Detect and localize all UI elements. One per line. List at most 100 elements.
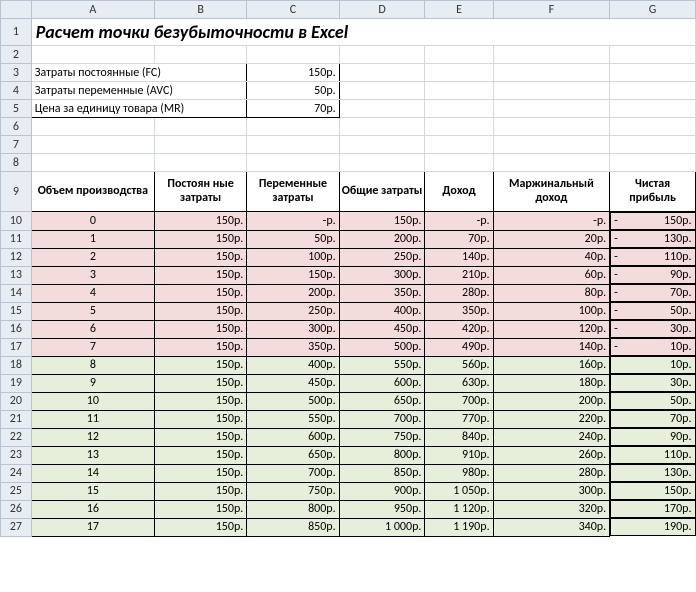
row-header[interactable]: 14 — [1, 284, 32, 302]
row-header[interactable]: 25 — [1, 482, 32, 500]
row-header[interactable]: 26 — [1, 500, 32, 518]
cell-tc[interactable]: 950р. — [339, 500, 425, 518]
cell[interactable] — [610, 154, 696, 172]
cell-np[interactable]: -110р. — [610, 248, 695, 266]
input-label[interactable]: Цена за единицу товара (MR) — [31, 100, 247, 118]
cell-fc[interactable]: 150р. — [154, 428, 246, 446]
cell-rev[interactable]: 490р. — [425, 338, 493, 356]
cell-np[interactable]: 10р. — [610, 356, 695, 374]
column-header[interactable]: F — [493, 1, 610, 19]
row-header[interactable]: 23 — [1, 446, 32, 464]
cell[interactable] — [247, 46, 339, 64]
cell-fc[interactable]: 150р. — [154, 230, 246, 248]
corner-cell[interactable] — [1, 1, 32, 19]
cell-fc[interactable]: 150р. — [154, 392, 246, 410]
cell-vc[interactable]: 650р. — [247, 446, 339, 464]
cell-fc[interactable]: 150р. — [154, 212, 246, 231]
cell-vc[interactable]: 250р. — [247, 302, 339, 320]
cell-fc[interactable]: 150р. — [154, 356, 246, 374]
cell-tc[interactable]: 900р. — [339, 482, 425, 500]
cell[interactable] — [493, 118, 610, 136]
cell-vc[interactable]: 800р. — [247, 500, 339, 518]
cell-volume[interactable]: 6 — [31, 320, 154, 338]
cell[interactable] — [154, 154, 246, 172]
cell-tc[interactable]: 300р. — [339, 266, 425, 284]
cell-rev[interactable]: 70р. — [425, 230, 493, 248]
row-header[interactable]: 7 — [1, 136, 32, 154]
table-header[interactable]: Общие затраты — [339, 172, 425, 212]
cell-mrg[interactable]: 300р. — [493, 482, 610, 500]
row-header[interactable]: 1 — [1, 19, 32, 46]
cell[interactable] — [339, 46, 425, 64]
cell-rev[interactable]: 700р. — [425, 392, 493, 410]
cell-fc[interactable]: 150р. — [154, 482, 246, 500]
row-header[interactable]: 22 — [1, 428, 32, 446]
cell-tc[interactable]: 500р. — [339, 338, 425, 356]
cell-volume[interactable]: 3 — [31, 266, 154, 284]
cell-np[interactable]: 130р. — [610, 464, 695, 482]
column-header[interactable]: E — [425, 1, 493, 19]
cell-mrg[interactable]: 340р. — [493, 518, 610, 536]
cell[interactable] — [425, 46, 493, 64]
cell-np[interactable]: 170р. — [610, 500, 695, 518]
cell[interactable] — [425, 154, 493, 172]
cell[interactable] — [425, 136, 493, 154]
cell-tc[interactable]: 650р. — [339, 392, 425, 410]
cell-fc[interactable]: 150р. — [154, 464, 246, 482]
page-title[interactable]: Расчет точки безубыточности в Excel — [31, 19, 695, 46]
cell-vc[interactable]: 50р. — [247, 230, 339, 248]
cell-rev[interactable]: 770р. — [425, 410, 493, 428]
cell-vc[interactable]: 550р. — [247, 410, 339, 428]
table-header[interactable]: Чистая прибыль — [610, 172, 696, 212]
cell-mrg[interactable]: -р. — [493, 212, 610, 231]
cell-volume[interactable]: 9 — [31, 374, 154, 392]
cell-fc[interactable]: 150р. — [154, 302, 246, 320]
cell-mrg[interactable]: 20р. — [493, 230, 610, 248]
cell-vc[interactable]: 150р. — [247, 266, 339, 284]
row-header[interactable]: 12 — [1, 248, 32, 266]
cell-volume[interactable]: 1 — [31, 230, 154, 248]
cell-rev[interactable]: -р. — [425, 212, 493, 231]
cell-fc[interactable]: 150р. — [154, 338, 246, 356]
cell[interactable] — [493, 154, 610, 172]
cell[interactable] — [247, 136, 339, 154]
cell-volume[interactable]: 14 — [31, 464, 154, 482]
cell[interactable] — [425, 82, 493, 100]
cell-tc[interactable]: 700р. — [339, 410, 425, 428]
cell[interactable] — [31, 46, 154, 64]
cell-np[interactable]: -30р. — [610, 320, 695, 338]
cell-rev[interactable]: 1 050р. — [425, 482, 493, 500]
cell-volume[interactable]: 11 — [31, 410, 154, 428]
cell[interactable] — [339, 118, 425, 136]
cell[interactable] — [339, 136, 425, 154]
cell[interactable] — [154, 136, 246, 154]
cell-rev[interactable]: 280р. — [425, 284, 493, 302]
cell-volume[interactable]: 16 — [31, 500, 154, 518]
row-header[interactable]: 17 — [1, 338, 32, 356]
cell-fc[interactable]: 150р. — [154, 284, 246, 302]
input-value[interactable]: 150р. — [247, 64, 339, 82]
cell[interactable] — [247, 118, 339, 136]
cell-mrg[interactable]: 60р. — [493, 266, 610, 284]
cell[interactable] — [493, 100, 610, 118]
cell-vc[interactable]: 350р. — [247, 338, 339, 356]
cell[interactable] — [154, 46, 246, 64]
cell[interactable] — [610, 118, 696, 136]
cell[interactable] — [493, 46, 610, 64]
cell-tc[interactable]: 850р. — [339, 464, 425, 482]
cell-tc[interactable]: 750р. — [339, 428, 425, 446]
cell-mrg[interactable]: 140р. — [493, 338, 610, 356]
cell-vc[interactable]: 200р. — [247, 284, 339, 302]
row-header[interactable]: 3 — [1, 64, 32, 82]
cell-mrg[interactable]: 260р. — [493, 446, 610, 464]
cell-volume[interactable]: 10 — [31, 392, 154, 410]
row-header[interactable]: 8 — [1, 154, 32, 172]
cell-np[interactable]: 70р. — [610, 410, 695, 428]
cell[interactable] — [247, 154, 339, 172]
cell-mrg[interactable]: 280р. — [493, 464, 610, 482]
cell[interactable] — [610, 46, 696, 64]
grid[interactable]: ABCDEFG1Расчет точки безубыточности в Ex… — [0, 0, 696, 537]
row-header[interactable]: 11 — [1, 230, 32, 248]
table-header[interactable]: Постоян ные затраты — [154, 172, 246, 212]
row-header[interactable]: 10 — [1, 212, 32, 231]
